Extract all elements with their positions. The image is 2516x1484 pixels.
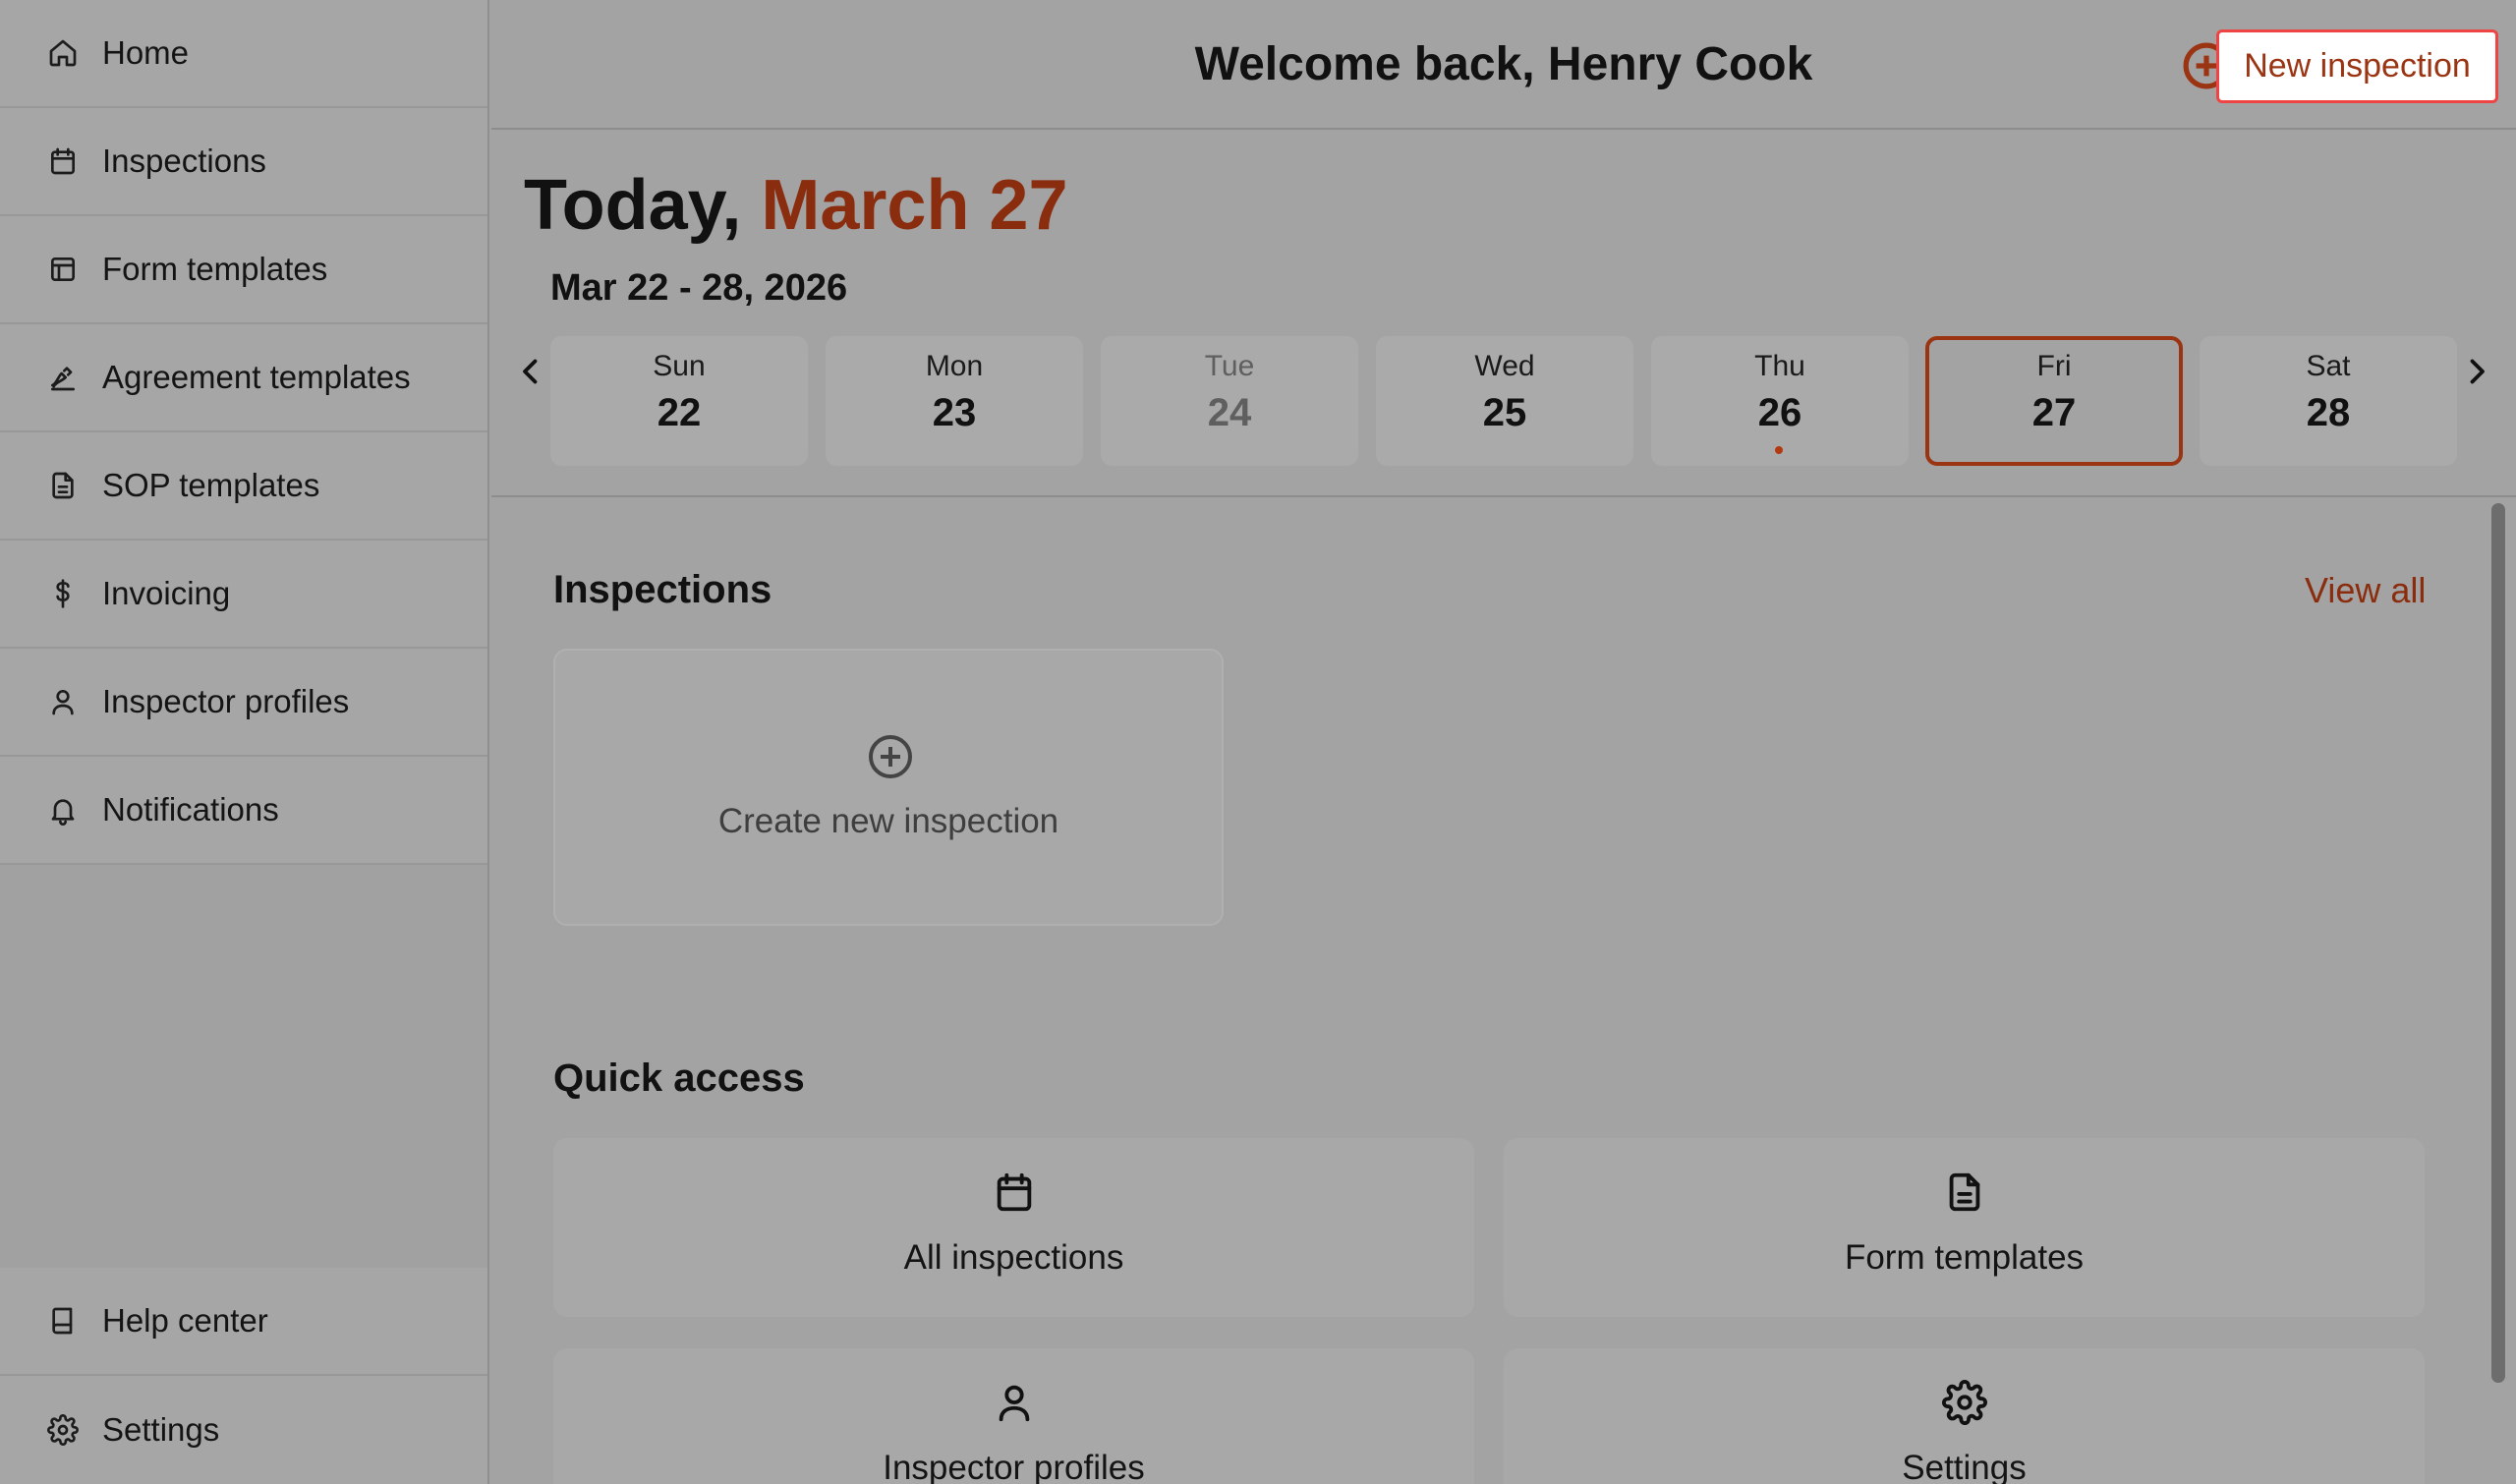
day-mon[interactable]: Mon 23 xyxy=(826,336,1083,466)
sidebar-item-label: Settings xyxy=(102,1411,220,1448)
quick-access-inspector-profiles[interactable]: Inspector profiles xyxy=(553,1348,1474,1484)
inspections-title: Inspections xyxy=(553,568,772,611)
home-icon xyxy=(47,37,79,69)
sidebar-item-label: Form templates xyxy=(102,251,328,287)
sidebar-nav: Home Inspections Form templates Agreemen… xyxy=(0,0,487,865)
day-number: 23 xyxy=(932,391,977,434)
sidebar-item-inspections[interactable]: Inspections xyxy=(0,108,487,216)
quick-access-label: Inspector profiles xyxy=(883,1449,1145,1484)
chevron-right-icon[interactable] xyxy=(2459,354,2494,389)
quick-access-form-templates[interactable]: Form templates xyxy=(1504,1138,2425,1317)
new-inspection-button[interactable]: New inspection xyxy=(2216,29,2498,103)
day-name: Fri xyxy=(2036,350,2072,382)
sidebar-item-home[interactable]: Home xyxy=(0,0,487,108)
user-icon xyxy=(47,686,79,717)
sidebar-item-agreement-templates[interactable]: Agreement templates xyxy=(0,324,487,432)
day-sat[interactable]: Sat 28 xyxy=(2200,336,2457,466)
day-number: 27 xyxy=(2031,391,2077,434)
gear-icon xyxy=(47,1414,79,1446)
sidebar-item-help-center[interactable]: Help center xyxy=(0,1268,487,1376)
user-icon xyxy=(992,1380,1037,1425)
sidebar-item-label: Invoicing xyxy=(102,575,231,611)
day-thu[interactable]: Thu 26 xyxy=(1651,336,1909,466)
today-heading: Today, March 27 xyxy=(524,165,1068,246)
day-name: Sat xyxy=(2306,350,2351,382)
book-icon xyxy=(47,1305,79,1337)
file-text-icon xyxy=(47,470,79,501)
sidebar-item-label: Agreement templates xyxy=(102,359,411,395)
sidebar-item-form-templates[interactable]: Form templates xyxy=(0,216,487,324)
quick-access-label: Settings xyxy=(1902,1449,2027,1484)
day-name: Tue xyxy=(1204,350,1255,382)
day-number: 22 xyxy=(657,391,702,434)
quick-access-label: Form templates xyxy=(1844,1238,2085,1277)
event-dot xyxy=(1775,446,1783,454)
layout-icon xyxy=(47,254,79,285)
calendar-icon xyxy=(992,1170,1037,1215)
today-date: March 27 xyxy=(761,166,1068,245)
day-tue[interactable]: Tue 24 xyxy=(1101,336,1358,466)
calendar-icon xyxy=(47,145,79,177)
week-range: Mar 22 - 28, 2026 xyxy=(550,267,848,309)
signature-icon xyxy=(47,362,79,393)
day-number: 25 xyxy=(1482,391,1527,434)
sidebar-item-label: Help center xyxy=(102,1302,268,1339)
sidebar-item-invoicing[interactable]: Invoicing xyxy=(0,541,487,649)
sidebar-item-inspector-profiles[interactable]: Inspector profiles xyxy=(0,649,487,757)
chevron-left-icon[interactable] xyxy=(513,354,548,389)
quick-access-title: Quick access xyxy=(553,1056,805,1100)
sidebar-item-notifications[interactable]: Notifications xyxy=(0,757,487,865)
day-name: Mon xyxy=(925,350,984,382)
dollar-icon xyxy=(47,578,79,609)
day-number: 24 xyxy=(1207,391,1252,434)
create-inspection-card[interactable]: Create new inspection xyxy=(553,649,1224,926)
day-name: Wed xyxy=(1474,350,1535,382)
sidebar-item-label: Inspections xyxy=(102,143,266,179)
sidebar: Home Inspections Form templates Agreemen… xyxy=(0,0,489,1484)
main-scrollbar[interactable] xyxy=(2491,503,2505,1383)
day-number: 26 xyxy=(1757,391,1802,434)
bell-icon xyxy=(47,794,79,826)
today-prefix: Today, xyxy=(524,166,742,245)
day-name: Sun xyxy=(653,350,706,382)
day-sun[interactable]: Sun 22 xyxy=(550,336,808,466)
sidebar-item-label: Notifications xyxy=(102,791,279,828)
day-fri-selected[interactable]: Fri 27 xyxy=(1925,336,2183,466)
divider xyxy=(491,495,2516,497)
sidebar-item-label: Inspector profiles xyxy=(102,683,350,719)
day-number: 28 xyxy=(2306,391,2351,434)
view-all-link[interactable]: View all xyxy=(2305,570,2426,611)
gear-icon xyxy=(1942,1380,1987,1425)
sidebar-item-settings[interactable]: Settings xyxy=(0,1376,487,1484)
plus-circle-icon xyxy=(867,733,914,780)
quick-access-label: All inspections xyxy=(903,1238,1124,1277)
create-inspection-label: Create new inspection xyxy=(717,802,1059,840)
sidebar-item-sop-templates[interactable]: SOP templates xyxy=(0,432,487,541)
sidebar-item-label: Home xyxy=(102,34,190,71)
day-wed[interactable]: Wed 25 xyxy=(1376,336,1633,466)
quick-access-all-inspections[interactable]: All inspections xyxy=(553,1138,1474,1317)
file-text-icon xyxy=(1942,1170,1987,1215)
quick-access-settings[interactable]: Settings xyxy=(1504,1348,2425,1484)
sidebar-item-label: SOP templates xyxy=(102,467,320,503)
sidebar-bottom-nav: Help center Settings xyxy=(0,1268,487,1484)
day-name: Thu xyxy=(1754,350,1805,382)
